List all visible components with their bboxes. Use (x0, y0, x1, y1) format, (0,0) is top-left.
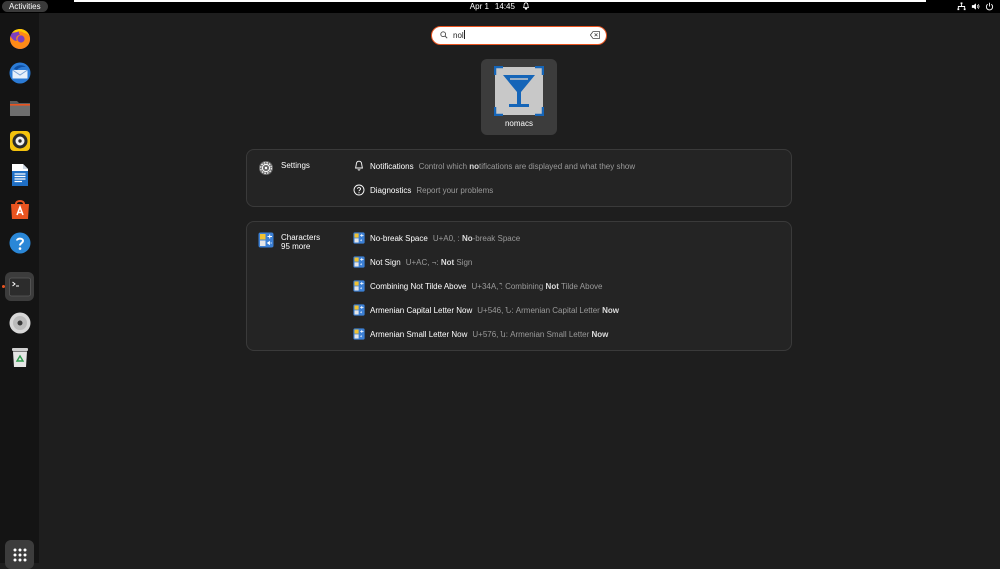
firefox-icon (9, 28, 30, 49)
alarm-icon (523, 2, 530, 10)
activities-button[interactable]: Activities (2, 1, 48, 12)
result-notifications[interactable]: Notifications Control which notification… (353, 159, 635, 173)
result-title: Notifications (370, 161, 414, 171)
rhythmbox-icon (9, 130, 30, 151)
characters-more-count: 95 more (281, 242, 311, 251)
settings-results-panel: Settings Notifications Control which not… (246, 149, 792, 207)
trash-icon (11, 347, 28, 367)
help-circle-icon (353, 184, 365, 196)
result-description: U+34A, ͊: Combining Not Tilde Above (471, 281, 603, 291)
result-title: Diagnostics (370, 185, 412, 195)
search-entry[interactable]: nol (431, 26, 607, 45)
result-diagnostics[interactable]: Diagnostics Report your problems (353, 183, 493, 197)
clock-button[interactable]: Apr 1 14:45 (470, 2, 530, 11)
dock-rhythmbox[interactable] (5, 126, 34, 155)
result-title: Not Sign (370, 257, 401, 267)
characters-results-panel: Characters 95 more No-break Space U+A0, … (246, 221, 792, 351)
result-description: U+576, ն: Armenian Small Letter Now (472, 329, 609, 339)
dock-terminal[interactable] (5, 272, 34, 301)
clock-time: 14:45 (494, 2, 515, 11)
power-icon (985, 2, 994, 11)
app-center-icon (10, 199, 29, 219)
clear-search-icon[interactable] (590, 31, 600, 39)
top-bar: Activities Apr 1 14:45 (0, 0, 1000, 13)
result-character[interactable]: Not Sign U+AC, ¬: Not Sign (353, 255, 472, 269)
writer-icon (11, 163, 28, 186)
dock-thunderbird[interactable] (5, 58, 34, 87)
result-description: U+AC, ¬: Not Sign (405, 257, 473, 267)
grid-icon (13, 548, 26, 561)
result-description: U+546, Ն: Armenian Capital Letter Now (477, 305, 619, 315)
result-description: U+A0, : No-break Space (432, 233, 521, 243)
nomacs-icon (494, 66, 544, 116)
dock (0, 13, 39, 569)
result-title: Armenian Capital Letter Now (370, 305, 473, 315)
search-icon (440, 31, 448, 39)
dock-trash[interactable] (5, 342, 34, 371)
settings-gear-icon (259, 161, 273, 175)
dock-files[interactable] (5, 92, 34, 121)
result-description: Control which notifications are displaye… (418, 161, 636, 171)
terminal-icon (8, 277, 31, 296)
dock-app-center[interactable] (5, 194, 34, 223)
files-icon (9, 100, 30, 116)
dock-help[interactable] (5, 228, 34, 257)
characters-icon (353, 280, 365, 292)
characters-icon (353, 232, 365, 244)
settings-provider[interactable]: Settings (258, 160, 310, 176)
dock-disc[interactable] (5, 308, 34, 337)
dock-firefox[interactable] (5, 24, 34, 53)
characters-provider[interactable]: Characters 95 more (258, 232, 320, 251)
clock-date: Apr 1 (469, 2, 489, 11)
result-title: No-break Space (370, 233, 428, 243)
thunderbird-icon (9, 62, 30, 83)
app-result-nomacs[interactable]: nomacs (481, 59, 557, 135)
characters-icon (353, 304, 365, 316)
search-input[interactable]: nol (453, 27, 465, 43)
result-character[interactable]: Armenian Capital Letter Now U+546, Ն: Ar… (353, 303, 619, 317)
volume-icon (971, 3, 980, 10)
app-result-label: nomacs (504, 119, 533, 128)
help-icon (9, 232, 30, 253)
characters-provider-name: Characters (281, 233, 321, 242)
system-tray[interactable] (957, 2, 994, 11)
result-title: Combining Not Tilde Above (370, 281, 467, 291)
bell-icon (355, 160, 363, 171)
network-icon (957, 2, 966, 11)
characters-icon (353, 256, 365, 268)
settings-provider-name: Settings (281, 161, 310, 170)
result-title: Armenian Small Letter Now (370, 329, 468, 339)
result-description: Report your problems (416, 185, 494, 195)
result-character[interactable]: Armenian Small Letter Now U+576, ն: Arme… (353, 327, 608, 341)
disc-icon (9, 312, 30, 333)
characters-icon (353, 328, 365, 340)
result-character[interactable]: Combining Not Tilde Above U+34A, ͊: Comb… (353, 279, 602, 293)
result-character[interactable]: No-break Space U+A0, : No-break Space (353, 231, 520, 245)
characters-icon (258, 232, 274, 248)
show-apps-button[interactable] (5, 540, 34, 569)
dock-writer[interactable] (5, 160, 34, 189)
